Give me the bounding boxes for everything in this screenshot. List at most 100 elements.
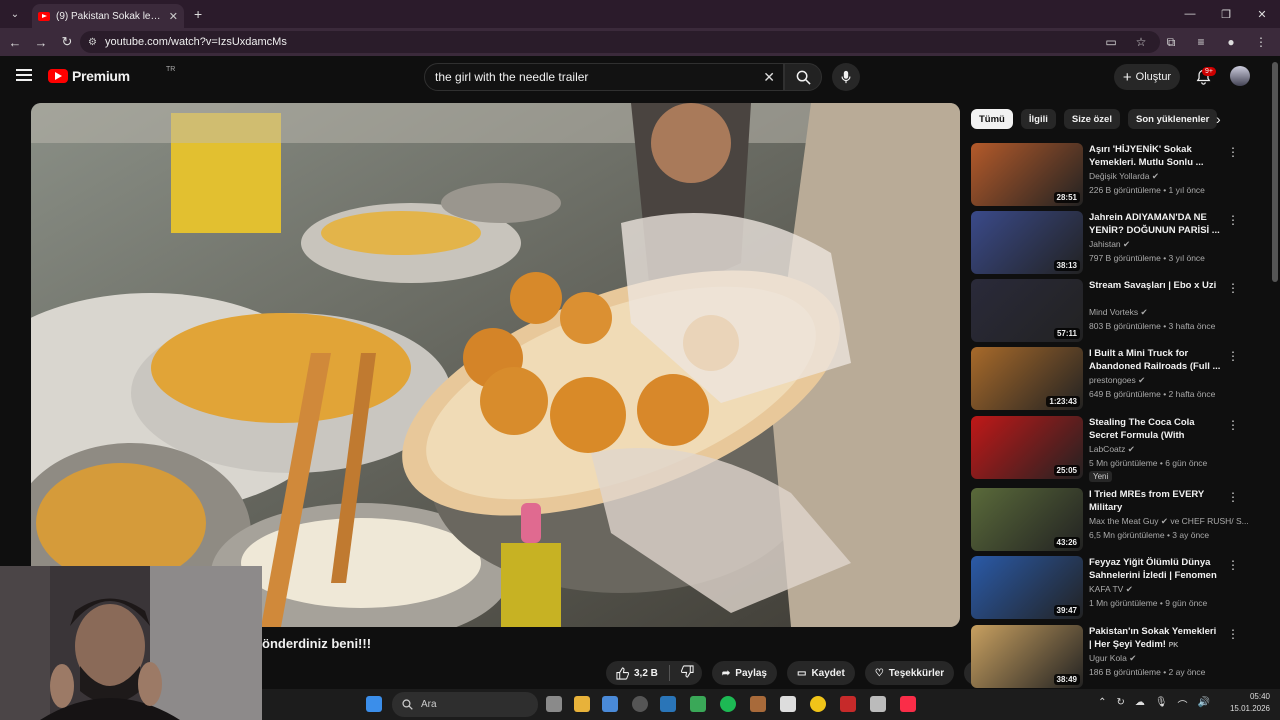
back-icon[interactable]: ←	[2, 30, 28, 54]
create-button[interactable]: + Oluştur	[1114, 64, 1180, 90]
more-vertical-icon[interactable]: ⋮	[1227, 281, 1239, 295]
recommendation-title[interactable]: Stealing The Coca Cola Secret Formula (W…	[1089, 416, 1221, 442]
video-thumbnail[interactable]: 39:47	[971, 556, 1083, 619]
share-button[interactable]: ➦ Paylaş	[711, 661, 777, 685]
app-icon[interactable]	[750, 696, 766, 712]
page-scrollbar[interactable]	[1272, 62, 1278, 282]
game-icon[interactable]	[690, 696, 706, 712]
video-thumbnail[interactable]: 38:49	[971, 625, 1083, 688]
new-tab-icon[interactable]: +	[194, 6, 202, 22]
recommendation-channel[interactable]: Jahistan ✔	[1089, 239, 1130, 250]
file-explorer-icon[interactable]	[574, 696, 590, 712]
youtube-premium-logo[interactable]: Premium TR	[48, 66, 175, 84]
profile-icon[interactable]: ●	[1218, 31, 1244, 53]
chip-for-you[interactable]: Size özel	[1063, 109, 1120, 129]
recommendation-card[interactable]: 38:49 Pakistan'ın Sokak Yemekleri | Her Ş…	[971, 625, 1269, 689]
chevron-right-icon[interactable]: ›	[1216, 111, 1221, 127]
close-window-icon[interactable]: ✕	[1244, 0, 1280, 28]
recommendation-channel[interactable]: Max the Meat Guy ✔ ve CHEF RUSH/ S...	[1089, 516, 1249, 527]
account-avatar[interactable]	[1230, 66, 1250, 86]
browser-tab[interactable]: (9) Pakistan Sokak lezzetleri!!! D ✕	[32, 4, 184, 28]
video-thumbnail[interactable]: 57:11	[971, 279, 1083, 342]
recommendation-title[interactable]: Feyyaz Yiğit Ölümlü Dünya Sahnelerini İz…	[1089, 556, 1221, 582]
video-thumbnail[interactable]: 28:51	[971, 143, 1083, 206]
like-button[interactable]: 3,2 B	[616, 666, 658, 680]
tab-list-button[interactable]: ⌄	[4, 4, 26, 24]
video-player[interactable]	[31, 103, 960, 627]
steam-icon[interactable]	[660, 696, 676, 712]
bookmark-star-icon[interactable]: ☆	[1128, 31, 1154, 53]
chip-related[interactable]: İlgili	[1020, 109, 1056, 129]
more-vertical-icon[interactable]: ⋮	[1227, 558, 1239, 572]
taskbar-search[interactable]: Ara	[392, 692, 538, 717]
video-thumbnail[interactable]: 1:23:43	[971, 347, 1083, 410]
music-icon[interactable]	[900, 696, 916, 712]
search-button[interactable]	[784, 63, 822, 91]
spotify-icon[interactable]	[720, 696, 736, 712]
cloud-icon[interactable]: ☁	[1135, 697, 1145, 712]
recommendation-title[interactable]: Jahrein ADIYAMAN'DA NE YENİR? DOĞUNUN PA…	[1089, 211, 1221, 237]
voice-search-button[interactable]	[832, 63, 860, 91]
clear-search-icon[interactable]: ✕	[763, 69, 775, 86]
recommendation-title[interactable]: I Tried MREs from EVERY Military	[1089, 488, 1221, 514]
chip-all[interactable]: Tümü	[971, 109, 1013, 129]
reload-icon[interactable]: ↻	[54, 30, 80, 54]
menu-icon[interactable]: ⋮	[1248, 31, 1274, 53]
cast-icon[interactable]: ▭	[1098, 31, 1124, 53]
recommendation-channel[interactable]: Mind Vorteks ✔	[1089, 307, 1148, 318]
more-vertical-icon[interactable]: ⋮	[1227, 490, 1239, 504]
app-icon[interactable]	[602, 696, 618, 712]
more-vertical-icon[interactable]: ⋮	[1227, 349, 1239, 363]
clock[interactable]: 05:40 15.01.2026	[1230, 691, 1270, 715]
save-button[interactable]: ▭ Kaydet	[787, 661, 855, 685]
extensions-icon[interactable]: ⧉	[1158, 31, 1184, 53]
more-vertical-icon[interactable]: ⋮	[1227, 213, 1239, 227]
hamburger-menu-icon[interactable]	[16, 69, 32, 81]
more-vertical-icon[interactable]: ⋮	[1227, 418, 1239, 432]
volume-icon[interactable]: 🔊	[1198, 697, 1210, 712]
recommendation-card[interactable]: 57:11 Stream Savaşları | Ebo x Uzi Mind Vo…	[971, 279, 1269, 343]
address-bar[interactable]: ⚙ youtube.com/watch?v=IzsUxdamcMs	[80, 31, 1160, 53]
recommendation-card[interactable]: 28:51 Aşırı 'HİJYENİK' Sokak Yemekleri. M…	[971, 143, 1269, 207]
more-vertical-icon[interactable]: ⋮	[1227, 627, 1239, 641]
start-icon[interactable]	[366, 696, 382, 712]
chip-recent[interactable]: Son yüklenenler	[1127, 109, 1218, 129]
recommendation-channel[interactable]: Değişik Yollarda ✔	[1089, 171, 1159, 182]
recommendation-channel[interactable]: LabCoatz ✔	[1089, 444, 1135, 455]
recommendation-channel[interactable]: KAFA TV ✔	[1089, 584, 1133, 595]
recommendation-card[interactable]: 1:23:43 I Built a Mini Truck for Abandone…	[971, 347, 1269, 411]
recommendation-card[interactable]: 39:47 Feyyaz Yiğit Ölümlü Dünya Sahneleri…	[971, 556, 1269, 620]
app-icon[interactable]	[780, 696, 796, 712]
recommendation-card[interactable]: 25:05 Stealing The Coca Cola Secret Formu…	[971, 416, 1269, 482]
mic-tray-icon[interactable]: 🎙	[1155, 697, 1168, 712]
thanks-button[interactable]: ♡ Teşekkürler	[864, 661, 955, 685]
close-tab-icon[interactable]: ✕	[169, 10, 178, 23]
recommendation-title[interactable]: Stream Savaşları | Ebo x Uzi	[1089, 279, 1221, 292]
task-view-icon[interactable]	[546, 696, 562, 712]
recommendation-channel[interactable]: prestongoes ✔	[1089, 375, 1145, 386]
app-icon[interactable]	[840, 696, 856, 712]
network-icon[interactable]: ⌒	[1178, 697, 1188, 712]
sync-icon[interactable]: ↻	[1116, 697, 1124, 712]
restore-icon[interactable]: ❐	[1208, 0, 1244, 28]
video-thumbnail[interactable]: 38:13	[971, 211, 1083, 274]
minimize-icon[interactable]: —	[1172, 0, 1208, 28]
recommendation-channel[interactable]: Ugur Kola ✔	[1089, 653, 1136, 664]
obs-icon[interactable]	[632, 696, 648, 712]
reading-list-icon[interactable]: ≡	[1188, 31, 1214, 53]
recommendation-title[interactable]: I Built a Mini Truck for Abandoned Railr…	[1089, 347, 1221, 373]
recommendation-title[interactable]: Aşırı 'HİJYENİK' Sokak Yemekleri. Mutlu …	[1089, 143, 1221, 169]
chrome-icon[interactable]	[810, 696, 826, 712]
calculator-icon[interactable]	[870, 696, 886, 712]
forward-icon[interactable]: →	[28, 30, 54, 54]
dislike-button[interactable]	[680, 665, 694, 681]
more-vertical-icon[interactable]: ⋮	[1227, 145, 1239, 159]
recommendation-card[interactable]: 43:26 I Tried MREs from EVERY Military Max…	[971, 488, 1269, 552]
chevron-up-icon[interactable]: ⌃	[1098, 697, 1106, 712]
video-thumbnail[interactable]: 25:05	[971, 416, 1083, 479]
search-input[interactable]: the girl with the needle trailer ✕	[424, 63, 784, 91]
recommendation-title[interactable]: Pakistan'ın Sokak Yemekleri | Her Şeyi Y…	[1089, 625, 1221, 651]
video-thumbnail[interactable]: 43:26	[971, 488, 1083, 551]
site-info-icon[interactable]: ⚙	[88, 37, 97, 48]
recommendation-card[interactable]: 38:13 Jahrein ADIYAMAN'DA NE YENİR? DOĞUN…	[971, 211, 1269, 275]
